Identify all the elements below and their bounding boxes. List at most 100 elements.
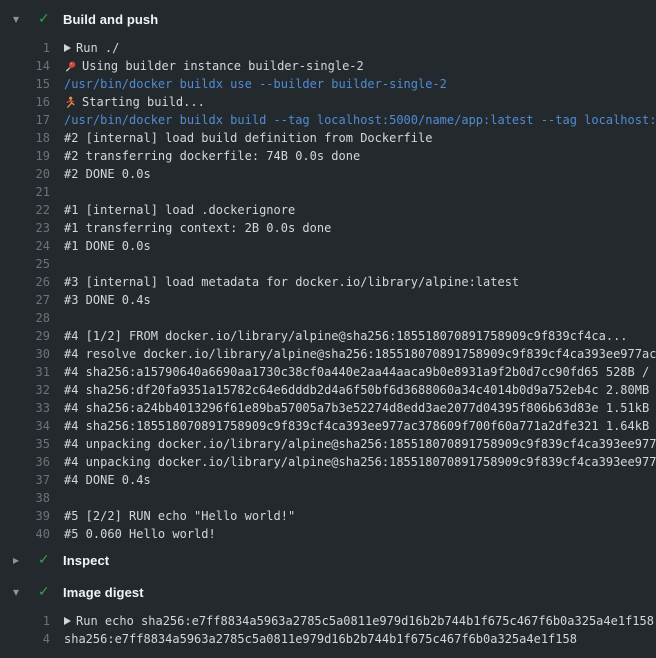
log-text: #3 [internal] load metadata for docker.i… (64, 273, 519, 291)
log-line: 18 #2 [internal] load build definition fr… (0, 129, 656, 147)
log-line: 37 #4 DONE 0.4s (0, 471, 656, 489)
log-text: #4 sha256:185518070891758909c9f839cf4ca3… (64, 417, 656, 435)
log-text: #2 DONE 0.0s (64, 165, 151, 183)
log-line: 29 #4 [1/2] FROM docker.io/library/alpine… (0, 327, 656, 345)
line-number[interactable]: 14 (0, 57, 50, 75)
log-line: 15/usr/bin/docker buildx use --builder b… (0, 75, 656, 93)
log-line: 32#4 sha256:df20fa9351a15782c64e6dddb2d4… (0, 381, 656, 399)
check-icon: ✓ (38, 552, 54, 568)
line-number[interactable]: 34 (0, 417, 50, 435)
line-number[interactable]: 37 (0, 471, 50, 489)
log-text: /usr/bin/docker buildx use --builder bui… (64, 75, 447, 93)
log-text: #4 unpacking docker.io/library/alpine@sh… (64, 453, 656, 471)
line-number[interactable]: 28 (0, 309, 50, 327)
log-line: 21 (0, 183, 656, 201)
line-number[interactable]: 19 (0, 147, 50, 165)
line-number[interactable]: 29 (0, 327, 50, 345)
line-number[interactable]: 21 (0, 183, 50, 201)
line-number[interactable]: 16 (0, 93, 50, 111)
check-icon: ✓ (38, 11, 54, 27)
log-line: 22 #1 [internal] load .dockerignore (0, 201, 656, 219)
log-text: #4 [1/2] FROM docker.io/library/alpine@s… (64, 327, 628, 345)
log-line: 4 sha256:e7ff8834a5963a2785c5a0811e979d16… (0, 630, 656, 648)
line-number[interactable]: 38 (0, 489, 50, 507)
line-number[interactable]: 15 (0, 75, 50, 93)
chevron-down-icon[interactable]: ▾ (13, 12, 27, 26)
line-number[interactable]: 4 (0, 630, 50, 648)
log-root: ▾✓Build and push1Run ./14Using builder i… (0, 6, 656, 648)
log-line: 34 #4 sha256:185518070891758909c9f839cf4c… (0, 417, 656, 435)
line-number[interactable]: 33 (0, 399, 50, 417)
log-text: #4 resolve docker.io/library/alpine@sha2… (64, 345, 656, 363)
log-line: 38 (0, 489, 656, 507)
log-text: /usr/bin/docker buildx build --tag local… (64, 111, 656, 129)
line-number[interactable]: 25 (0, 255, 50, 273)
section-header-build-and-push[interactable]: ▾ ✓ Build and push (0, 6, 656, 32)
line-number[interactable]: 17 (0, 111, 50, 129)
line-number[interactable]: 40 (0, 525, 50, 543)
line-number[interactable]: 27 (0, 291, 50, 309)
log-text: #4 DONE 0.4s (64, 471, 151, 489)
pushpin-icon (64, 60, 77, 73)
line-number[interactable]: 26 (0, 273, 50, 291)
line-number[interactable]: 18 (0, 129, 50, 147)
line-number[interactable]: 1 (0, 39, 50, 57)
log-line: 19 #2 transferring dockerfile: 74B 0.0s d… (0, 147, 656, 165)
log-text: Using builder instance builder-single-2 (64, 57, 364, 75)
section-header-image-digest[interactable]: ▾ ✓ Image digest (0, 579, 656, 605)
line-number[interactable]: 22 (0, 201, 50, 219)
log-line: 17/usr/bin/docker buildx build --tag loc… (0, 111, 656, 129)
line-number[interactable]: 35 (0, 435, 50, 453)
line-number[interactable]: 20 (0, 165, 50, 183)
log-line: 23 #1 transferring context: 2B 0.0s done (0, 219, 656, 237)
section-title: Build and push (63, 12, 158, 27)
section-title: Image digest (63, 585, 144, 600)
runner-icon (64, 96, 77, 109)
line-number[interactable]: 32 (0, 381, 50, 399)
log-text: #4 sha256:a15790640a6690aa1730c38cf0a440… (64, 363, 656, 381)
log-text: #1 transferring context: 2B 0.0s done (64, 219, 331, 237)
section-title: Inspect (63, 553, 109, 568)
log-text: #4 sha256:a24bb4013296f61e89ba57005a7b3e… (64, 399, 656, 417)
line-number[interactable]: 39 (0, 507, 50, 525)
chevron-right-icon[interactable]: ▸ (13, 553, 27, 567)
log-text: Run echo sha256:e7ff8834a5963a2785c5a081… (64, 612, 654, 630)
log-block-build-and-push: 1 Run ./ 14 Using builder instance builder-… (0, 39, 656, 543)
log-text: #2 [internal] load build definition from… (64, 129, 432, 147)
log-line: 20 #2 DONE 0.0s (0, 165, 656, 183)
log-line: 28 (0, 309, 656, 327)
log-line: 1 Run ./ (0, 39, 656, 57)
log-text: #4 unpacking docker.io/library/alpine@sh… (64, 435, 656, 453)
log-text: #5 [2/2] RUN echo "Hello world!" (64, 507, 295, 525)
log-block-image-digest: 1 Run echo sha256:e7ff8834a5963a2785c5a08… (0, 612, 656, 648)
log-line: 24#1 DONE 0.0s (0, 237, 656, 255)
log-line: 35 #4 unpacking docker.io/library/alpine@… (0, 435, 656, 453)
log-line: 39 #5 [2/2] RUN echo "Hello world!" (0, 507, 656, 525)
check-icon: ✓ (38, 584, 54, 600)
log-text: sha256:e7ff8834a5963a2785c5a0811e979d16b… (64, 630, 577, 648)
log-line: 30 #4 resolve docker.io/library/alpine@sh… (0, 345, 656, 363)
log-line: 14 Using builder instance builder-single-… (0, 57, 656, 75)
workflow-log-page: ▾✓Build and push1Run ./14Using builder i… (0, 0, 656, 658)
chevron-down-icon[interactable]: ▾ (13, 585, 27, 599)
line-number[interactable]: 23 (0, 219, 50, 237)
play-icon (64, 44, 71, 52)
log-line: 16Starting build... (0, 93, 656, 111)
log-line: 33 #4 sha256:a24bb4013296f61e89ba57005a7b… (0, 399, 656, 417)
log-line: 25 (0, 255, 656, 273)
log-text: Run ./ (64, 39, 119, 57)
log-line: 40 #5 0.060 Hello world! (0, 525, 656, 543)
line-number[interactable]: 31 (0, 363, 50, 381)
log-text: #2 transferring dockerfile: 74B 0.0s don… (64, 147, 360, 165)
section-header-inspect[interactable]: ▸ ✓ Inspect (0, 547, 656, 573)
log-line: 31 #4 sha256:a15790640a6690aa1730c38cf0a4… (0, 363, 656, 381)
line-number[interactable]: 1 (0, 612, 50, 630)
log-text: #1 [internal] load .dockerignore (64, 201, 295, 219)
line-number[interactable]: 36 (0, 453, 50, 471)
line-number[interactable]: 30 (0, 345, 50, 363)
line-number[interactable]: 24 (0, 237, 50, 255)
log-line: 1 Run echo sha256:e7ff8834a5963a2785c5a08… (0, 612, 656, 630)
log-text: #3 DONE 0.4s (64, 291, 151, 309)
play-icon (64, 617, 71, 625)
log-text: #5 0.060 Hello world! (64, 525, 216, 543)
